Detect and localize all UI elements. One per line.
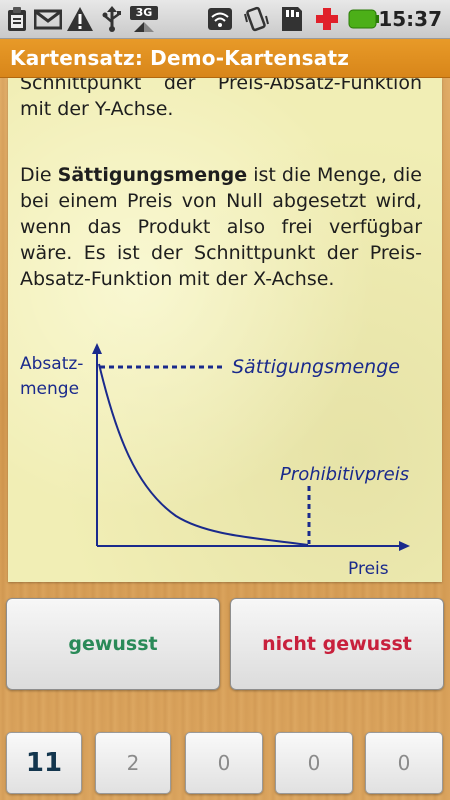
x-axis-arrow: [399, 541, 410, 551]
plus-icon: [316, 8, 338, 30]
saturation-label: Sättigungsmenge: [232, 356, 400, 378]
flashcard[interactable]: Schnittpunkt der Preis-Absatz-Funktion m…: [8, 78, 442, 582]
known-button[interactable]: gewusst: [6, 598, 220, 690]
y-axis-label-line1: Absatz-: [20, 354, 83, 374]
sd-card-icon: [282, 7, 302, 31]
battery-icon: [348, 9, 379, 29]
box-counter-1[interactable]: 11: [6, 732, 82, 794]
price-demand-graph: Absatz- menge Sättigungsmenge Prohibitiv…: [20, 343, 410, 579]
usb-icon: [102, 6, 121, 32]
term-saettigungsmenge: Sättigungsmenge: [57, 164, 248, 186]
not-known-button[interactable]: nicht gewusst: [230, 598, 444, 690]
title-bar: Kartensatz: Demo-Kartensatz: [0, 39, 450, 78]
demand-curve: [98, 363, 309, 546]
card-paragraph: Die Sättigungsmenge ist die Menge, die b…: [20, 162, 422, 292]
x-axis-label: Preis: [348, 559, 389, 579]
status-bar: 3G 15:37: [0, 0, 450, 39]
box-counter-4[interactable]: 0: [275, 732, 353, 794]
y-axis-arrow: [92, 343, 102, 354]
warning-icon: [67, 7, 93, 31]
paragraph-prefix: Die: [20, 164, 58, 186]
box-counter-3[interactable]: 0: [185, 732, 263, 794]
clipboard-icon: [8, 7, 26, 31]
card-intro-text: Schnittpunkt der Preis-Absatz-Funktion m…: [20, 78, 422, 120]
box-counter-5[interactable]: 0: [365, 732, 443, 794]
3g-icon: 3G: [130, 6, 158, 32]
box-counter-2[interactable]: 2: [95, 732, 171, 794]
prohibitive-label: Prohibitivpreis: [280, 464, 409, 485]
mail-icon: [34, 9, 62, 30]
y-axis-label-line2: menge: [20, 379, 79, 399]
wifi-icon: [208, 8, 232, 30]
status-time: 15:37: [378, 7, 442, 31]
network-type-label: 3G: [130, 6, 158, 20]
title-text: Kartensatz: Demo-Kartensatz: [10, 46, 350, 70]
vibrate-icon: [244, 6, 269, 32]
